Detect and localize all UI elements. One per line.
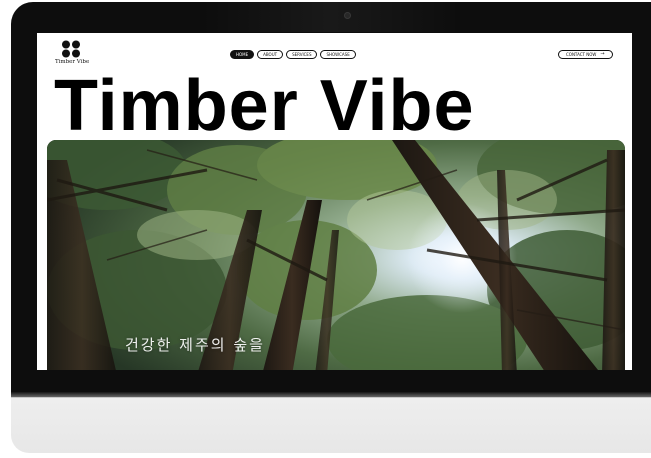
contact-now-label: CONTACT NOW <box>566 51 597 57</box>
hero-forest-image: 건강한 제주의 숲을 <box>47 140 625 370</box>
camera-icon <box>344 12 351 19</box>
top-navigation: Timber Vibe HOME ABOUT SERVICES SHOWCASE… <box>37 33 632 69</box>
hero-caption: 건강한 제주의 숲을 <box>125 336 265 354</box>
website-screen: Timber Vibe HOME ABOUT SERVICES SHOWCASE… <box>37 33 632 370</box>
nav-home[interactable]: HOME <box>230 50 255 59</box>
nav-services[interactable]: SERVICES <box>286 50 318 59</box>
stage: Timber Vibe HOME ABOUT SERVICES SHOWCASE… <box>0 0 651 458</box>
arrow-right-icon: → <box>600 51 605 57</box>
nav-showcase[interactable]: SHOWCASE <box>320 50 356 59</box>
brand-logo[interactable]: Timber Vibe <box>55 40 95 68</box>
four-dots-logo-icon <box>62 40 80 58</box>
nav-about[interactable]: ABOUT <box>257 50 284 59</box>
logo-text: Timber Vibe <box>55 59 90 65</box>
monitor-edge-shine <box>11 392 651 398</box>
hero-title: Timber Vibe <box>54 66 475 146</box>
nav-links: HOME ABOUT SERVICES SHOWCASE <box>230 50 356 59</box>
contact-now-button[interactable]: CONTACT NOW → <box>558 50 613 59</box>
